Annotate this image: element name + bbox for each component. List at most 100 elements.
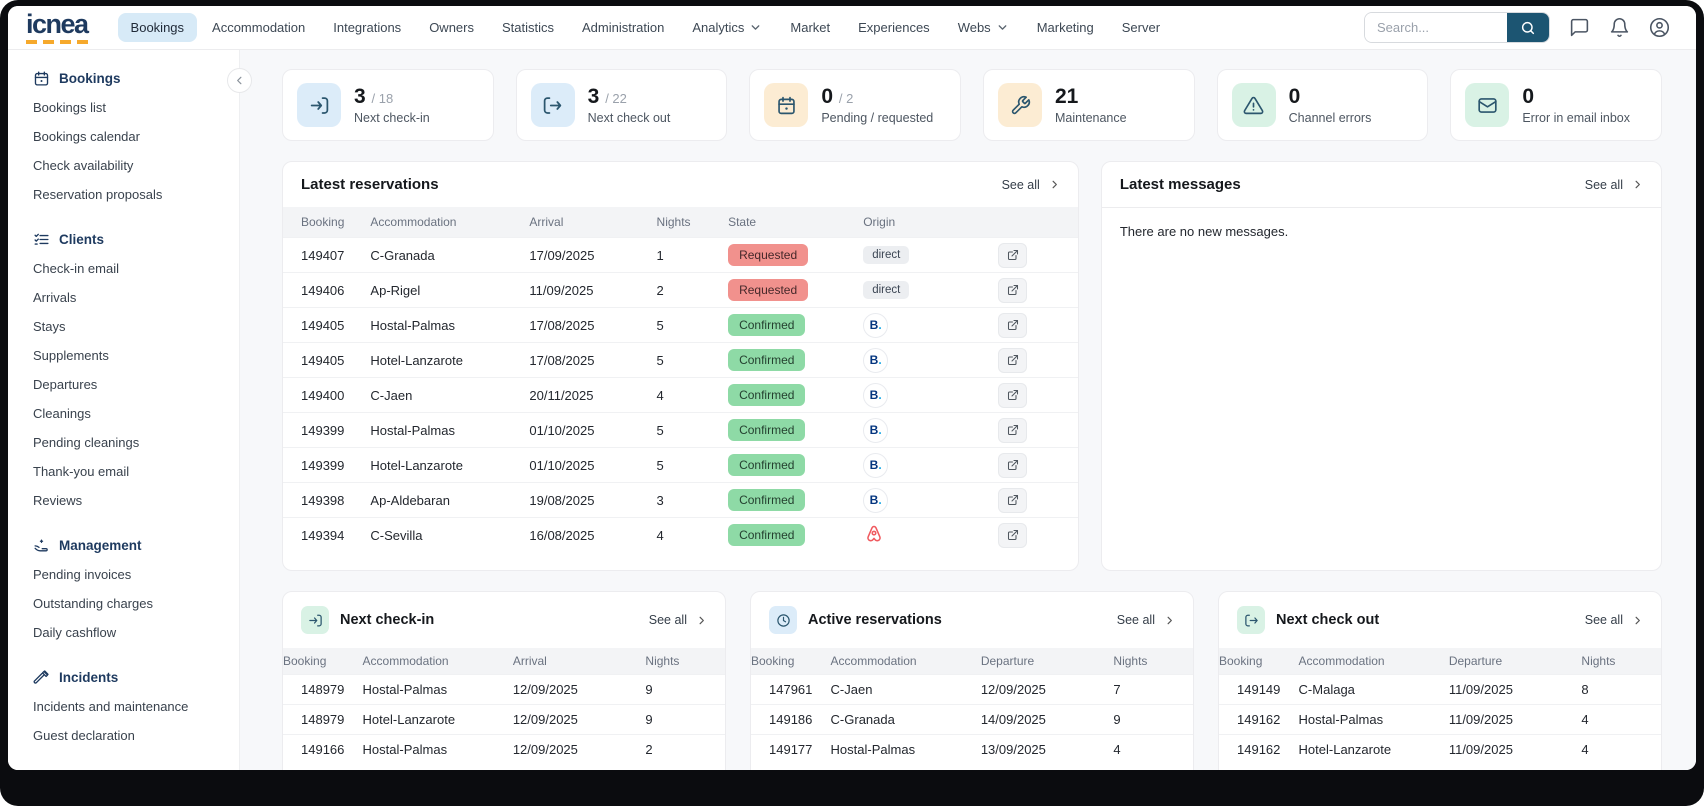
stat-card-channel-errors[interactable]: 0Channel errors <box>1217 69 1429 141</box>
sidebar-item-pending-cleanings[interactable]: Pending cleanings <box>33 428 239 457</box>
stat-card-maintenance[interactable]: 21Maintenance <box>983 69 1195 141</box>
see-all-link[interactable]: See all <box>1117 613 1175 627</box>
sidebar-collapse-button[interactable] <box>227 68 252 93</box>
bell-icon[interactable] <box>1609 17 1630 38</box>
sidebar-item-stays[interactable]: Stays <box>33 312 239 341</box>
sidebar-item-incidents-and-maintenance[interactable]: Incidents and maintenance <box>33 692 239 721</box>
sidebar-item-reservation-proposals[interactable]: Reservation proposals <box>33 180 239 209</box>
origin-cell: B. <box>863 483 998 518</box>
stat-card-next-check-in[interactable]: 3 / 18Next check-in <box>282 69 494 141</box>
stat-card-pending-requested[interactable]: 0 / 2Pending / requested <box>749 69 961 141</box>
search-input[interactable] <box>1365 13 1507 42</box>
check-out-icon <box>1244 613 1259 628</box>
cell: 12/09/2025 <box>981 675 1114 705</box>
nav-item-experiences[interactable]: Experiences <box>845 13 943 42</box>
nav-item-bookings[interactable]: Bookings <box>118 13 197 42</box>
see-all-label: See all <box>1117 613 1155 627</box>
column-header: Arrival <box>513 648 646 675</box>
sidebar-item-cleanings[interactable]: Cleanings <box>33 399 239 428</box>
column-header: Booking <box>283 648 363 675</box>
sidebar-item-supplements[interactable]: Supplements <box>33 341 239 370</box>
table-row[interactable]: 149405Hostal-Palmas17/08/20255ConfirmedB… <box>283 308 1078 343</box>
sidebar-item-departures[interactable]: Departures <box>33 370 239 399</box>
nav-item-owners[interactable]: Owners <box>416 13 487 42</box>
sidebar-item-thank-you-email[interactable]: Thank-you email <box>33 457 239 486</box>
table-row[interactable]: 149166Hostal-Palmas12/09/20252 <box>283 735 725 765</box>
table-row[interactable]: 149398Ap-Aldebaran19/08/20253ConfirmedB. <box>283 483 1078 518</box>
cell: 11/09/2025 <box>1449 705 1582 735</box>
search-button[interactable] <box>1507 13 1549 42</box>
nav-item-administration[interactable]: Administration <box>569 13 677 42</box>
table-row[interactable]: 149406Ap-Rigel11/09/20252Requesteddirect <box>283 273 1078 308</box>
see-all-link[interactable]: See all <box>649 613 707 627</box>
actions-cell <box>998 518 1078 553</box>
sidebar-item-outstanding-charges[interactable]: Outstanding charges <box>33 589 239 618</box>
nav-item-server[interactable]: Server <box>1109 13 1173 42</box>
chat-icon[interactable] <box>1569 17 1590 38</box>
open-booking-button[interactable] <box>998 383 1027 408</box>
nav-item-accommodation[interactable]: Accommodation <box>199 13 318 42</box>
external-link-icon <box>1007 459 1019 471</box>
table-row[interactable]: 148979Hotel-Lanzarote12/09/20259 <box>283 705 725 735</box>
table-row[interactable]: 149394C-Sevilla16/08/20254Confirmed <box>283 518 1078 553</box>
sidebar-section-title: Incidents <box>59 670 118 685</box>
stat-card-next-check-out[interactable]: 3 / 22Next check out <box>516 69 728 141</box>
sidebar-item-bookings-calendar[interactable]: Bookings calendar <box>33 122 239 151</box>
sidebar-item-pending-invoices[interactable]: Pending invoices <box>33 560 239 589</box>
nav-item-market[interactable]: Market <box>777 13 843 42</box>
see-all-link[interactable]: See all <box>1002 178 1060 192</box>
state-cell: Confirmed <box>728 483 863 518</box>
open-booking-button[interactable] <box>998 348 1027 373</box>
table-row[interactable]: 149149C-Malaga11/09/20258 <box>1219 675 1661 705</box>
stat-card-error-in-email-inbox[interactable]: 0Error in email inbox <box>1450 69 1662 141</box>
table-row[interactable]: 149162Hostal-Palmas11/09/20254 <box>1219 705 1661 735</box>
open-booking-button[interactable] <box>998 418 1027 443</box>
cell: Hotel-Lanzarote <box>363 705 513 735</box>
table-row[interactable]: 149399Hotel-Lanzarote01/10/20255Confirme… <box>283 448 1078 483</box>
sidebar-item-bookings-list[interactable]: Bookings list <box>33 93 239 122</box>
latest-messages-panel: Latest messages See all There are no new… <box>1101 161 1662 571</box>
nav-item-statistics[interactable]: Statistics <box>489 13 567 42</box>
nights-cell: 4 <box>657 378 729 413</box>
table-row[interactable]: 149162Hotel-Lanzarote11/09/20254 <box>1219 735 1661 765</box>
table-row[interactable]: 147961C-Jaen12/09/20257 <box>751 675 1193 705</box>
open-booking-button[interactable] <box>998 278 1027 303</box>
open-booking-button[interactable] <box>998 523 1027 548</box>
stat-card-text: 0Channel errors <box>1289 86 1372 125</box>
sidebar-item-daily-cashflow[interactable]: Daily cashflow <box>33 618 239 647</box>
table-row[interactable]: 149177Hostal-Palmas13/09/20254 <box>751 735 1193 765</box>
origin-cell: direct <box>863 238 998 273</box>
nights-cell: 4 <box>657 518 729 553</box>
see-all-link[interactable]: See all <box>1585 613 1643 627</box>
table-row[interactable]: 149186C-Granada14/09/20259 <box>751 705 1193 735</box>
sidebar-item-arrivals[interactable]: Arrivals <box>33 283 239 312</box>
table-row[interactable]: 149405Hotel-Lanzarote17/08/20255Confirme… <box>283 343 1078 378</box>
open-booking-button[interactable] <box>998 313 1027 338</box>
cell: 149186 <box>751 705 831 735</box>
accommodation-cell: Hostal-Palmas <box>370 413 529 448</box>
sidebar-item-check-availability[interactable]: Check availability <box>33 151 239 180</box>
open-booking-button[interactable] <box>998 453 1027 478</box>
nav-item-label: Administration <box>582 20 664 35</box>
table-row[interactable]: 149400C-Jaen20/11/20254ConfirmedB. <box>283 378 1078 413</box>
table-row[interactable]: 148979Hostal-Palmas12/09/20259 <box>283 675 725 705</box>
nav-item-analytics[interactable]: Analytics <box>679 13 775 42</box>
see-all-link[interactable]: See all <box>1585 178 1643 192</box>
user-account-icon[interactable] <box>1649 17 1670 38</box>
open-booking-button[interactable] <box>998 488 1027 513</box>
stat-label: Next check out <box>588 111 671 125</box>
sidebar-item-reviews[interactable]: Reviews <box>33 486 239 515</box>
open-booking-button[interactable] <box>998 243 1027 268</box>
status-badge: Requested <box>728 244 808 266</box>
sidebar-item-guest-declaration[interactable]: Guest declaration <box>33 721 239 750</box>
nav-item-marketing[interactable]: Marketing <box>1024 13 1107 42</box>
sidebar-item-check-in-email[interactable]: Check-in email <box>33 254 239 283</box>
nav-item-integrations[interactable]: Integrations <box>320 13 414 42</box>
booking-cell: 149398 <box>283 483 370 518</box>
table-row[interactable]: 149399Hostal-Palmas01/10/20255ConfirmedB… <box>283 413 1078 448</box>
nav-item-label: Accommodation <box>212 20 305 35</box>
nav-item-webs[interactable]: Webs <box>945 13 1022 42</box>
arrival-cell: 17/08/2025 <box>529 343 656 378</box>
status-badge: Confirmed <box>728 384 805 406</box>
table-row[interactable]: 149407C-Granada17/09/20251Requesteddirec… <box>283 238 1078 273</box>
